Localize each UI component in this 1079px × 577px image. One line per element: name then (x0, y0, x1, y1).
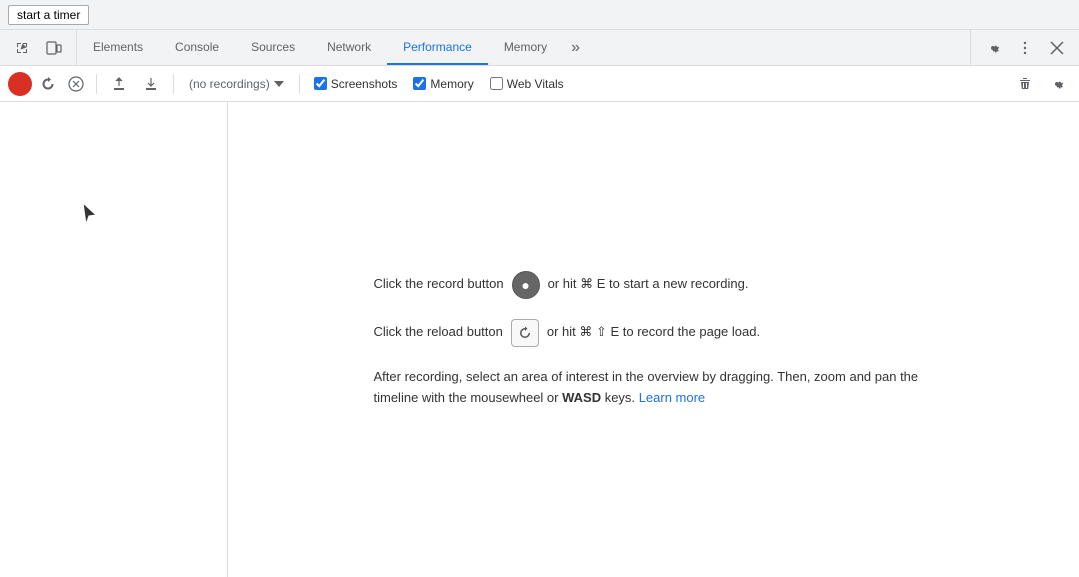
devtools-icons-right (970, 30, 1079, 65)
inspect-element-button[interactable] (8, 34, 36, 62)
screenshots-checkbox-label[interactable]: Screenshots (314, 77, 398, 91)
cursor-indicator (80, 202, 100, 229)
delete-recordings-button[interactable] (1011, 70, 1039, 98)
note-suffix: keys. (601, 390, 635, 405)
recordings-value: (no recordings) (189, 77, 270, 91)
toolbar-separator-3 (299, 74, 300, 94)
web-vitals-checkbox-label[interactable]: Web Vitals (490, 77, 564, 91)
reload-icon-inline (511, 319, 539, 347)
download-button[interactable] (137, 70, 165, 98)
instructions-container: Click the record button ● or hit ⌘ E to … (354, 251, 954, 429)
devtools-tabs: Elements Console Sources Network Perform… (77, 30, 970, 65)
tab-sources[interactable]: Sources (235, 30, 311, 65)
main-content: Click the record button ● or hit ⌘ E to … (0, 102, 1079, 577)
capture-settings-button[interactable] (1043, 70, 1071, 98)
tab-console[interactable]: Console (159, 30, 235, 65)
reload-instruction: Click the reload button or hit ⌘ ⇧ E to … (374, 319, 934, 347)
more-options-button[interactable] (1011, 34, 1039, 62)
left-panel (0, 102, 228, 577)
learn-more-link[interactable]: Learn more (639, 390, 705, 405)
web-vitals-checkbox[interactable] (490, 77, 503, 90)
devtools-panel: Elements Console Sources Network Perform… (0, 30, 1079, 577)
memory-checkbox[interactable] (413, 77, 426, 90)
web-vitals-label: Web Vitals (507, 77, 564, 91)
tab-network[interactable]: Network (311, 30, 387, 65)
clear-button[interactable] (64, 72, 88, 96)
tab-performance[interactable]: Performance (387, 30, 488, 65)
performance-toolbar: (no recordings) Screenshots Memory Web V… (0, 66, 1079, 102)
record-instruction-text: Click the record button (374, 274, 504, 295)
settings-button[interactable] (979, 34, 1007, 62)
record-icon-inline: ● (512, 271, 540, 299)
tab-more-button[interactable]: » (563, 30, 588, 65)
webpage-bar: start a timer (0, 0, 1079, 30)
upload-button[interactable] (105, 70, 133, 98)
reload-instruction-text: Click the reload button (374, 322, 503, 343)
reload-button[interactable] (36, 72, 60, 96)
note-text: After recording, select an area of inter… (374, 367, 934, 409)
memory-label: Memory (430, 77, 473, 91)
device-toggle-button[interactable] (40, 34, 68, 62)
reload-shortcut-text: or hit ⌘ ⇧ E to record the page load. (547, 322, 760, 343)
screenshots-checkbox[interactable] (314, 77, 327, 90)
web-vitals-group: Web Vitals (484, 77, 570, 91)
start-timer-button[interactable]: start a timer (8, 5, 89, 25)
recordings-dropdown[interactable]: (no recordings) (182, 71, 291, 97)
devtools-icons-left (0, 30, 77, 65)
record-instruction: Click the record button ● or hit ⌘ E to … (374, 271, 934, 299)
memory-checkbox-label[interactable]: Memory (413, 77, 473, 91)
record-shortcut-text: or hit ⌘ E to start a new recording. (548, 274, 749, 295)
toolbar-separator-1 (96, 74, 97, 94)
right-panel: Click the record button ● or hit ⌘ E to … (228, 102, 1079, 577)
record-button[interactable] (8, 72, 32, 96)
tab-memory[interactable]: Memory (488, 30, 563, 65)
devtools-tab-bar: Elements Console Sources Network Perform… (0, 30, 1079, 66)
screenshots-group: Screenshots (308, 77, 404, 91)
note-bold: WASD (562, 390, 601, 405)
close-devtools-button[interactable] (1043, 34, 1071, 62)
tab-elements[interactable]: Elements (77, 30, 159, 65)
memory-group: Memory (407, 77, 479, 91)
toolbar-separator-2 (173, 74, 174, 94)
screenshots-label: Screenshots (331, 77, 398, 91)
